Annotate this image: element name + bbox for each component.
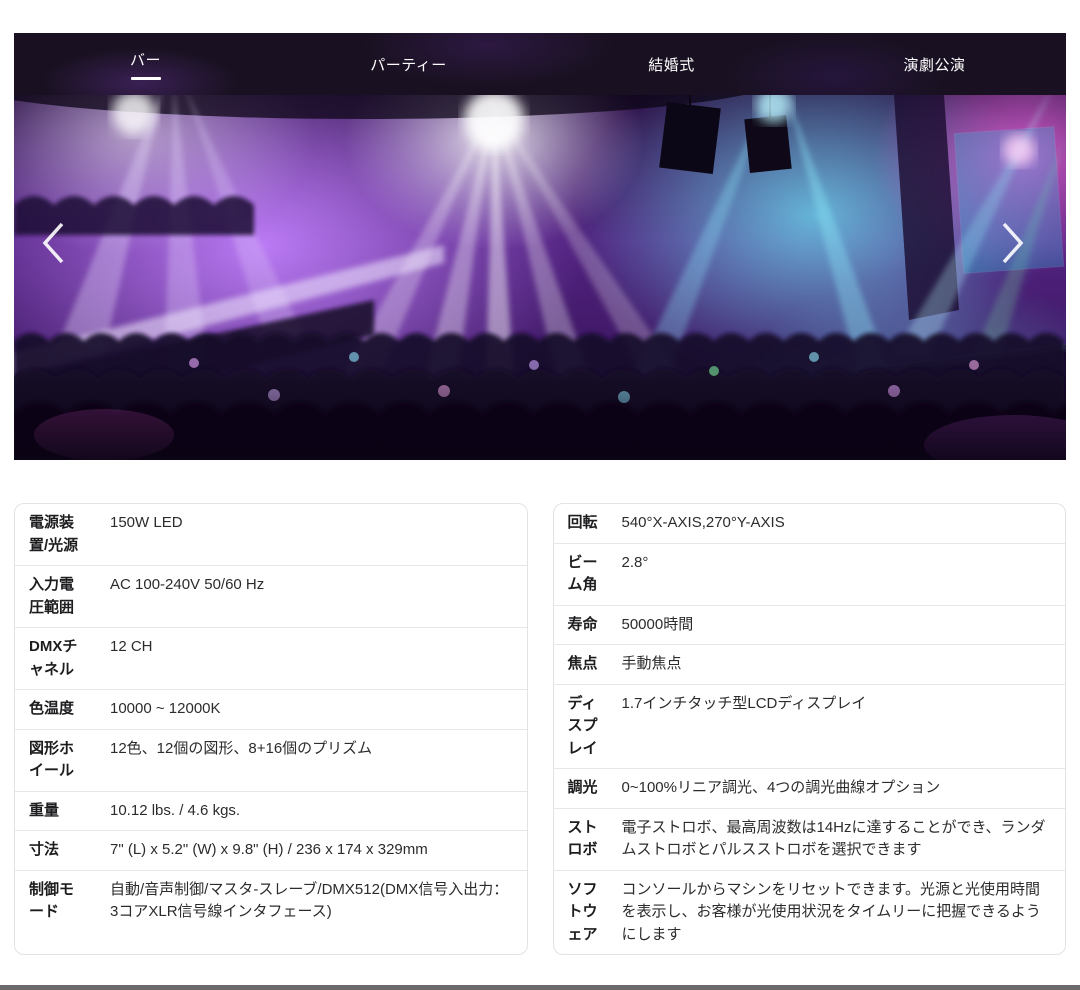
spec-row-focus: 焦点 手動焦点 [554,644,1066,684]
spec-value: 12色、12個の図形、8+16個のプリズム [110,738,513,783]
spec-value: 150W LED [110,512,513,557]
spec-row-gobo-wheel: 図形ホイール 12色、12個の図形、8+16個のプリズム [15,729,527,791]
spec-value: 50000時間 [622,614,1052,637]
carousel-prev-button[interactable] [28,203,80,283]
spec-row-control-mode: 制御モード 自動/音声制御/マスタ-スレーブ/DMX512(DMX信号入出力：3… [15,870,527,932]
spec-row-dimming: 調光 0~100%リニア調光、4つの調光曲線オプション [554,768,1066,808]
tab-theater[interactable]: 演劇公演 [803,54,1066,75]
spec-label: 電源装置/光源 [29,512,85,557]
spec-label: 回転 [568,512,602,535]
spec-row-dimensions: 寸法 7" (L) x 5.2" (W) x 9.8" (H) / 236 x … [15,830,527,870]
spec-value: コンソールからマシンをリセットできます。光源と光使用時間を表示し、お客様が光使用… [622,879,1052,947]
spec-row-input-voltage: 入力電圧範囲 AC 100-240V 50/60 Hz [15,565,527,627]
spec-value: 電子ストロボ、最高周波数は14Hzに達することができ、ランダムストロボとパルスス… [622,817,1052,862]
spec-label: 色温度 [29,698,85,721]
spec-label: 寿命 [568,614,602,637]
spec-label: ソフトウェア [568,879,602,947]
spec-row-power-source: 電源装置/光源 150W LED [15,504,527,565]
tab-wedding[interactable]: 結婚式 [540,54,803,75]
spec-value: 2.8° [622,552,1052,597]
chevron-left-icon [41,221,67,265]
spec-table-right: 回転 540°X-AXIS,270°Y-AXIS ビーム角 2.8° 寿命 50… [553,503,1067,955]
spec-tables: 電源装置/光源 150W LED 入力電圧範囲 AC 100-240V 50/6… [14,503,1066,955]
chevron-right-icon [999,221,1025,265]
spec-row-dmx-channels: DMXチャネル 12 CH [15,627,527,689]
spec-label: 制御モード [29,879,85,924]
spec-row-rotation: 回転 540°X-AXIS,270°Y-AXIS [554,504,1066,543]
carousel-next-button[interactable] [986,203,1038,283]
spec-label: ストロボ [568,817,602,862]
spec-label: 重量 [29,800,85,823]
active-tab-underline [131,77,161,80]
spec-label: 入力電圧範囲 [29,574,85,619]
spec-label: ディスプレイ [568,693,602,761]
spec-value: 12 CH [110,636,513,681]
tab-wedding-label: 結婚式 [648,54,695,75]
scene-tabs-bar: バー パーティー 結婚式 演劇公演 [14,33,1066,95]
hero-carousel [14,95,1066,460]
spec-row-display: ディスプレイ 1.7インチタッチ型LCDディスプレイ [554,684,1066,769]
tab-theater-label: 演劇公演 [903,54,965,75]
bottom-divider-bar [0,985,1080,990]
spec-label: 焦点 [568,653,602,676]
spec-row-strobe: ストロボ 電子ストロボ、最高周波数は14Hzに達することができ、ランダムストロボ… [554,808,1066,870]
tab-party-label: パーティー [370,54,447,75]
spec-label: 調光 [568,777,602,800]
spec-row-lifespan: 寿命 50000時間 [554,605,1066,645]
spec-value: 10000 ~ 12000K [110,698,513,721]
tab-bar[interactable]: バー [14,49,277,80]
tab-party[interactable]: パーティー [277,54,540,75]
spec-value: 1.7インチタッチ型LCDディスプレイ [622,693,1052,761]
spec-value: 手動焦点 [622,653,1052,676]
spec-row-beam-angle: ビーム角 2.8° [554,543,1066,605]
spec-table-left: 電源装置/光源 150W LED 入力電圧範囲 AC 100-240V 50/6… [14,503,528,955]
spec-label: 寸法 [29,839,85,862]
spec-row-weight: 重量 10.12 lbs. / 4.6 kgs. [15,791,527,831]
spec-value: 自動/音声制御/マスタ-スレーブ/DMX512(DMX信号入出力：3コアXLR信… [110,879,513,924]
product-spec-page: バー パーティー 結婚式 演劇公演 [0,33,1080,990]
spec-value: 10.12 lbs. / 4.6 kgs. [110,800,513,823]
spec-label: DMXチャネル [29,636,85,681]
spec-label: ビーム角 [568,552,602,597]
spec-value: 540°X-AXIS,270°Y-AXIS [622,512,1052,535]
spec-value: 7" (L) x 5.2" (W) x 9.8" (H) / 236 x 174… [110,839,513,862]
nightclub-scene-image [14,95,1066,460]
spec-row-color-temperature: 色温度 10000 ~ 12000K [15,689,527,729]
tab-bar-label: バー [130,49,161,70]
spec-value: 0~100%リニア調光、4つの調光曲線オプション [622,777,1052,800]
spec-row-software: ソフトウェア コンソールからマシンをリセットできます。光源と光使用時間を表示し、… [554,870,1066,955]
spec-label: 図形ホイール [29,738,85,783]
spec-value: AC 100-240V 50/60 Hz [110,574,513,619]
